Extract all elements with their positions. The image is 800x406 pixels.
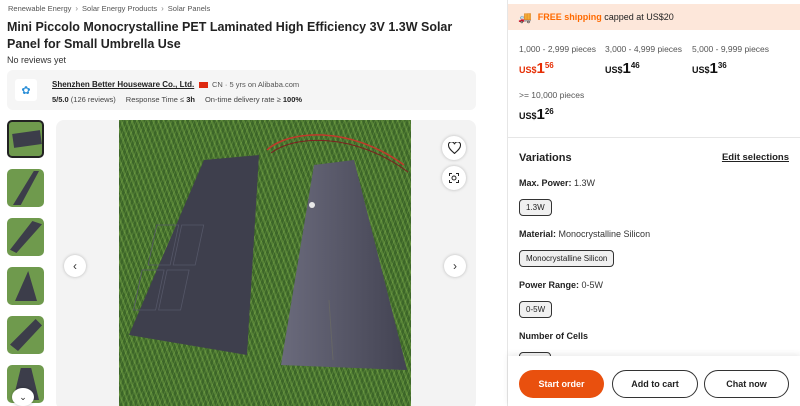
- heart-icon: [447, 142, 461, 154]
- rating-count: (126 reviews): [70, 95, 116, 104]
- supplier-country: CN · 5 yrs on Alibaba.com: [199, 80, 299, 89]
- attr-power-range: Power Range: 0-5W: [519, 280, 604, 290]
- breadcrumb-item-solar-energy-products[interactable]: Solar Energy Products: [82, 4, 157, 13]
- tier-price-2: US$146: [605, 60, 640, 77]
- attr-material: Material: Monocrystalline Silicon: [519, 229, 651, 239]
- response-time-value: 3h: [186, 95, 195, 104]
- delivery-rate-value: 100%: [282, 95, 303, 104]
- shipping-cap: capped at US$20: [604, 12, 674, 22]
- favorite-button[interactable]: [442, 136, 466, 160]
- thumbnail-4[interactable]: [7, 267, 44, 305]
- chevron-right-icon: ›: [161, 4, 164, 13]
- attr-number-of-cells: Number of Cells: [519, 331, 589, 341]
- purchase-panel: 🚚 FREE shipping capped at US$20 1,000 - …: [507, 0, 800, 406]
- breadcrumb-item-solar-panels[interactable]: Solar Panels: [168, 4, 211, 13]
- thumbnail-list: [7, 120, 45, 406]
- supplier-rating: 5/5.0 (126 reviews): [52, 95, 116, 104]
- supplier-logo: ✿: [15, 79, 37, 101]
- gallery-prev-button[interactable]: ‹: [64, 255, 86, 277]
- edit-selections-link[interactable]: Edit selections: [722, 152, 789, 163]
- product-image-gallery: ‹ ›: [56, 120, 476, 406]
- free-shipping-label: FREE shipping: [537, 12, 602, 22]
- scan-icon: [449, 173, 459, 183]
- tier-range-1: 1,000 - 2,999 pieces: [519, 44, 597, 54]
- tier-range-3: 5,000 - 9,999 pieces: [692, 44, 770, 54]
- chat-now-button[interactable]: Chat now: [704, 370, 789, 398]
- response-time-label: Response Time ≤: [125, 95, 185, 104]
- start-order-button[interactable]: Start order: [519, 370, 604, 398]
- image-search-button[interactable]: [442, 166, 466, 190]
- breadcrumb: Renewable Energy › Solar Energy Products…: [8, 4, 210, 13]
- action-bar: Start order Add to cart Chat now: [508, 356, 800, 406]
- supplier-name-link[interactable]: Shenzhen Better Houseware Co., Ltd.: [52, 80, 194, 89]
- attr-max-power: Max. Power: 1.3W: [519, 178, 596, 188]
- chevron-left-icon: ‹: [73, 259, 77, 273]
- breadcrumb-item-renewable-energy[interactable]: Renewable Energy: [8, 4, 71, 13]
- supplier-stats: 5/5.0 (126 reviews) Response Time ≤ 3h O…: [52, 95, 302, 104]
- tier-price-1: US$156: [519, 60, 554, 77]
- response-time: Response Time ≤ 3h: [126, 95, 195, 104]
- solar-panels-illustration: [129, 134, 409, 370]
- delivery-rate-label: On-time delivery rate ≥: [204, 95, 281, 104]
- review-count: No reviews yet: [7, 55, 67, 65]
- supplier-years: CN · 5 yrs on Alibaba.com: [212, 80, 300, 89]
- thumbnail-1[interactable]: [7, 120, 44, 158]
- product-title: Mini Piccolo Monocrystalline PET Laminat…: [7, 20, 453, 51]
- option-0-5w[interactable]: 0-5W: [519, 301, 553, 318]
- rating-value: 5/5.0: [52, 95, 69, 104]
- tier-price-3: US$136: [692, 60, 727, 77]
- thumbnail-2[interactable]: [7, 169, 44, 207]
- thumbnail-3[interactable]: [7, 218, 44, 256]
- tier-range-2: 3,000 - 4,999 pieces: [605, 44, 683, 54]
- supplier-card: ✿ Shenzhen Better Houseware Co., Ltd. CN…: [7, 70, 476, 110]
- chevron-right-icon: ›: [75, 4, 79, 13]
- chevron-right-icon: ›: [453, 259, 457, 273]
- product-main-image: [119, 120, 411, 406]
- delivery-rate: On-time delivery rate ≥ 100%: [205, 95, 302, 104]
- shipping-banner: 🚚 FREE shipping capped at US$20: [508, 4, 800, 30]
- option-1-3w[interactable]: 1.3W: [519, 199, 552, 216]
- divider: [508, 137, 800, 138]
- china-flag-icon: [199, 81, 208, 88]
- gallery-next-button[interactable]: ›: [444, 255, 466, 277]
- add-to-cart-button[interactable]: Add to cart: [612, 370, 698, 398]
- chevron-down-icon: ⌄: [19, 391, 27, 402]
- truck-icon: 🚚: [518, 11, 532, 24]
- thumbnail-scroll-down-button[interactable]: ⌄: [12, 388, 34, 406]
- variations-title: Variations: [519, 152, 572, 164]
- tier-range-4: >= 10,000 pieces: [519, 90, 585, 100]
- thumbnail-5[interactable]: [7, 316, 44, 354]
- option-monocrystalline-silicon[interactable]: Monocrystalline Silicon: [519, 250, 615, 267]
- tier-price-4: US$126: [519, 106, 554, 123]
